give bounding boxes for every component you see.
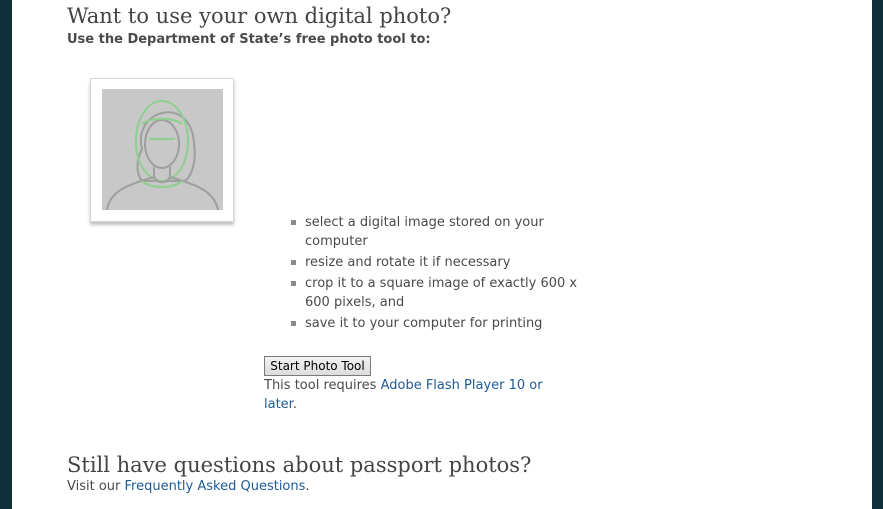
faq-link[interactable]: Frequently Asked Questions bbox=[125, 479, 306, 494]
section-heading-digital-photo: Want to use your own digital photo? bbox=[67, 4, 452, 28]
requirement-tail: . bbox=[292, 397, 297, 412]
requirement-text: This tool requires bbox=[264, 378, 381, 393]
list-item: resize and rotate it if necessary bbox=[291, 253, 581, 272]
sample-photo bbox=[102, 89, 223, 210]
start-photo-tool-button[interactable]: Start Photo Tool bbox=[264, 356, 371, 376]
visit-text: Visit our bbox=[67, 479, 125, 494]
bullet-icon bbox=[291, 281, 296, 286]
step-text: crop it to a square image of exactly 600… bbox=[305, 276, 578, 310]
photo-tool-intro: Use the Department of State’s free photo… bbox=[67, 32, 431, 47]
list-item: save it to your computer for printing bbox=[291, 314, 581, 333]
bullet-icon bbox=[291, 220, 296, 225]
flash-requirement-note: This tool requires Adobe Flash Player 10… bbox=[264, 376, 564, 414]
sample-photo-frame bbox=[90, 78, 234, 222]
section-heading-questions: Still have questions about passport phot… bbox=[67, 453, 532, 477]
photo-tool-steps: select a digital image stored on your co… bbox=[291, 213, 581, 335]
visit-tail: . bbox=[305, 479, 310, 494]
bullet-icon bbox=[291, 260, 296, 265]
step-text: select a digital image stored on your co… bbox=[305, 215, 544, 249]
faq-note: Visit our Frequently Asked Questions. bbox=[67, 479, 310, 494]
bullet-icon bbox=[291, 321, 296, 326]
list-item: crop it to a square image of exactly 600… bbox=[291, 274, 581, 312]
step-text: save it to your computer for printing bbox=[305, 316, 543, 331]
list-item: select a digital image stored on your co… bbox=[291, 213, 581, 251]
step-text: resize and rotate it if necessary bbox=[305, 255, 511, 270]
passport-photo-silhouette-icon bbox=[106, 100, 219, 210]
content-panel: Want to use your own digital photo? Use … bbox=[12, 0, 872, 509]
